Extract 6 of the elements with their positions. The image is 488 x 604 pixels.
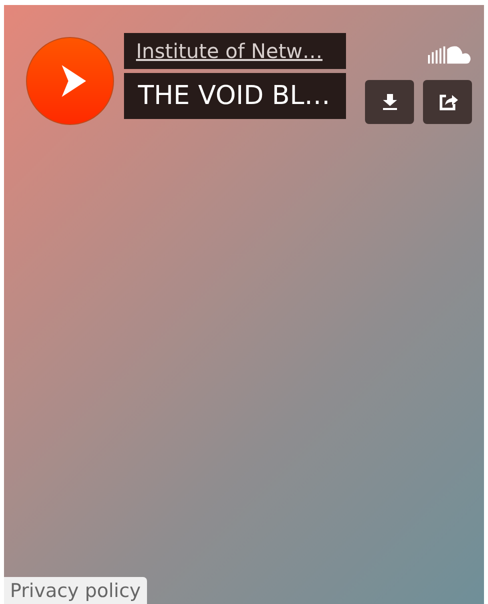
privacy-policy-link[interactable]: Privacy policy <box>4 577 147 604</box>
cloud-logo-icon <box>428 45 472 65</box>
artist-link[interactable]: Institute of Netw… <box>124 33 346 69</box>
track-title[interactable]: THE VOID BL… <box>124 73 346 119</box>
download-button[interactable] <box>365 80 414 124</box>
share-button[interactable] <box>423 80 472 124</box>
